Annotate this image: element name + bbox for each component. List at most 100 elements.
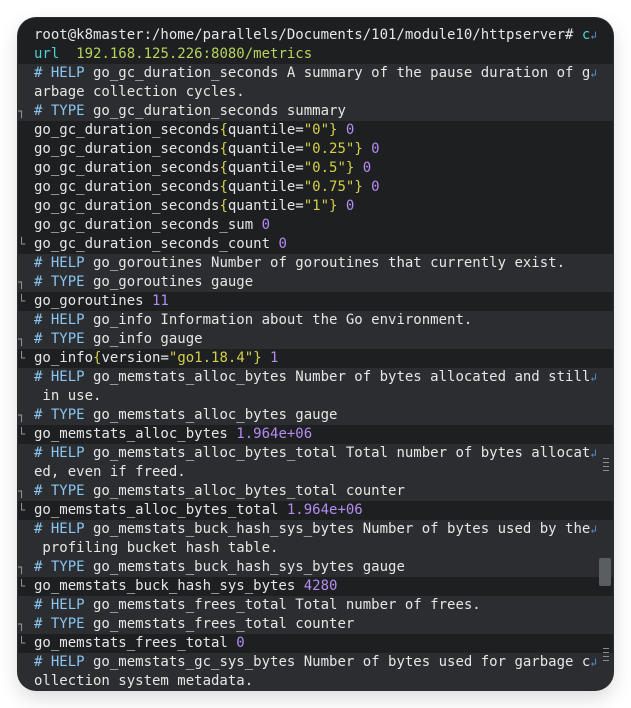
- fold-marker-icon: └: [18, 351, 26, 365]
- terminal-line: ollection system metadata.: [18, 672, 613, 690]
- command-line-cont: url 192.168.125.226:8080/metrics: [18, 45, 613, 64]
- metric-value: 4280: [295, 578, 338, 594]
- comment-text: # HELP go_goroutines Number of goroutine…: [34, 255, 565, 271]
- comment-body: go_memstats_alloc_bytes_total counter: [84, 483, 405, 499]
- scrollbar[interactable]: [599, 18, 611, 690]
- metric-value: 0: [227, 635, 245, 651]
- line-wrap-icon: ↲: [590, 656, 597, 669]
- terminal-line: go_gc_duration_seconds{quantile="0.5"} 0: [18, 159, 613, 178]
- comment-body: go_goroutines gauge: [84, 274, 254, 290]
- metric-name: go_gc_duration_seconds: [34, 198, 220, 214]
- comment-text: # TYPE go_goroutines gauge: [34, 274, 253, 290]
- comment-text: # HELP go_memstats_alloc_bytes_total Tot…: [34, 445, 590, 461]
- line-text: go_gc_duration_seconds{quantile="0.5"} 0: [34, 159, 371, 178]
- comment-body: go_memstats_frees_total Total number of …: [84, 597, 481, 613]
- scroll-marker: [603, 470, 609, 471]
- terminal-line: go_gc_duration_seconds_sum 0: [18, 216, 613, 235]
- line-text: go_memstats_buck_hash_sys_bytes 4280: [34, 577, 337, 596]
- metric-value: 0: [337, 122, 355, 138]
- fold-marker-icon: ┐: [18, 408, 26, 422]
- terminal-line: ┐ # TYPE go_memstats_alloc_bytes gauge: [18, 406, 613, 425]
- line-text: # HELP go_goroutines Number of goroutine…: [34, 254, 565, 273]
- label-value: "0.75": [303, 179, 355, 195]
- label-key: quantile=: [227, 141, 304, 157]
- line-wrap-icon: ↲: [590, 523, 597, 536]
- comment-keyword: # HELP: [34, 445, 85, 461]
- terminal-line: # HELP go_gc_duration_seconds A summary …: [18, 64, 613, 83]
- terminal-line: ┐ # TYPE go_info gauge: [18, 330, 613, 349]
- terminal-line: # HELP go_info Information about the Go …: [18, 311, 613, 330]
- metric-name: go_gc_duration_seconds: [34, 122, 220, 138]
- line-text: # TYPE go_memstats_alloc_bytes_total cou…: [34, 482, 405, 501]
- comment-keyword: # TYPE: [34, 274, 85, 290]
- scroll-marker: [603, 458, 609, 459]
- line-text: # TYPE go_info gauge: [34, 330, 203, 349]
- line-text: # TYPE go_memstats_buck_hash_sys_bytes g…: [34, 558, 405, 577]
- comment-body: go_memstats_alloc_bytes gauge: [84, 407, 338, 423]
- line-text: profiling bucket hash table.: [34, 539, 278, 558]
- comment-text: # HELP go_memstats_gc_sys_bytes Number o…: [34, 654, 590, 670]
- label-brace: {: [219, 122, 228, 138]
- metric-value: 0: [354, 160, 372, 176]
- fold-marker-icon: ┐: [18, 617, 26, 631]
- fold-marker-icon: └: [18, 579, 26, 593]
- comment-text: # TYPE go_memstats_buck_hash_sys_bytes g…: [34, 559, 405, 575]
- line-text: # HELP go_memstats_alloc_bytes Number of…: [34, 368, 597, 387]
- label-brace: }: [354, 141, 363, 157]
- command-argument: 192.168.125.226:8080/metrics: [76, 46, 313, 62]
- line-text: root@k8master:/home/parallels/Documents/…: [34, 26, 597, 45]
- line-text: in use.: [34, 387, 101, 406]
- comment-body: go_memstats_buck_hash_sys_bytes Number o…: [84, 521, 591, 537]
- terminal-line: └ go_memstats_alloc_bytes 1.964e+06: [18, 425, 613, 444]
- metric-value: 1.964e+06: [227, 426, 313, 442]
- terminal-line: # HELP go_memstats_alloc_bytes_total Tot…: [18, 444, 613, 463]
- metric-value: 0: [337, 198, 355, 214]
- scroll-marker: [603, 660, 609, 661]
- metric-value: 1: [261, 350, 279, 366]
- terminal-line: go_gc_duration_seconds{quantile="0"} 0: [18, 121, 613, 140]
- line-wrap-icon: ↲: [590, 371, 597, 384]
- line-text: # HELP go_memstats_frees_total Total num…: [34, 596, 481, 615]
- terminal-line: └ go_memstats_alloc_bytes_total 1.964e+06: [18, 501, 613, 520]
- line-text: arbage collection cycles.: [34, 83, 245, 102]
- metric-name: go_gc_duration_seconds: [34, 160, 220, 176]
- terminal-line: in use.: [18, 387, 613, 406]
- comment-text: # TYPE go_gc_duration_seconds summary: [34, 103, 346, 119]
- line-text: ed, even if freed.: [34, 463, 186, 482]
- terminal-line: └ go_goroutines 11: [18, 292, 613, 311]
- comment-text: # TYPE go_memstats_alloc_bytes_total cou…: [34, 483, 405, 499]
- command-line: root@k8master:/home/parallels/Documents/…: [18, 26, 613, 45]
- label-brace: {: [219, 198, 228, 214]
- terminal-line: arbage collection cycles.: [18, 83, 613, 102]
- line-text: go_gc_duration_seconds_sum 0: [34, 216, 270, 235]
- comment-keyword: # HELP: [34, 597, 85, 613]
- scrollbar-thumb[interactable]: [599, 558, 611, 586]
- comment-text: arbage collection cycles.: [34, 84, 245, 100]
- line-text: # HELP go_memstats_alloc_bytes_total Tot…: [34, 444, 597, 463]
- label-key: version=: [101, 350, 169, 366]
- metric-name: go_memstats_alloc_bytes_total: [34, 502, 279, 518]
- fold-marker-icon: ┐: [18, 332, 26, 346]
- fold-marker-icon: ┐: [18, 484, 26, 498]
- terminal-line: ┐ # TYPE go_goroutines gauge: [18, 273, 613, 292]
- line-wrap-icon: ↲: [590, 447, 597, 460]
- line-text: url 192.168.125.226:8080/metrics: [34, 45, 312, 64]
- comment-keyword: # HELP: [34, 654, 85, 670]
- terminal-line: go_gc_duration_seconds{quantile="0.75"} …: [18, 178, 613, 197]
- line-text: # TYPE go_gc_duration_seconds summary: [34, 102, 346, 121]
- line-text: go_memstats_alloc_bytes_total 1.964e+06: [34, 501, 363, 520]
- comment-keyword: # TYPE: [34, 559, 85, 575]
- scroll-marker: [603, 462, 609, 463]
- comment-text: # HELP go_memstats_frees_total Total num…: [34, 597, 481, 613]
- metric-name: go_memstats_frees_total: [34, 635, 228, 651]
- metric-name: go_gc_duration_seconds_count: [34, 236, 271, 252]
- comment-text: # TYPE go_memstats_frees_total counter: [34, 616, 354, 632]
- terminal-line: ┐ # TYPE go_memstats_frees_total counter: [18, 615, 613, 634]
- line-text: # TYPE go_memstats_frees_total counter: [34, 615, 354, 634]
- terminal-output[interactable]: root@k8master:/home/parallels/Documents/…: [18, 18, 613, 690]
- line-text: ollection system metadata.: [34, 672, 253, 690]
- line-text: go_gc_duration_seconds{quantile="1"} 0: [34, 197, 354, 216]
- terminal-line: # HELP go_memstats_buck_hash_sys_bytes N…: [18, 520, 613, 539]
- label-key: quantile=: [227, 160, 304, 176]
- comment-keyword: # HELP: [34, 255, 85, 271]
